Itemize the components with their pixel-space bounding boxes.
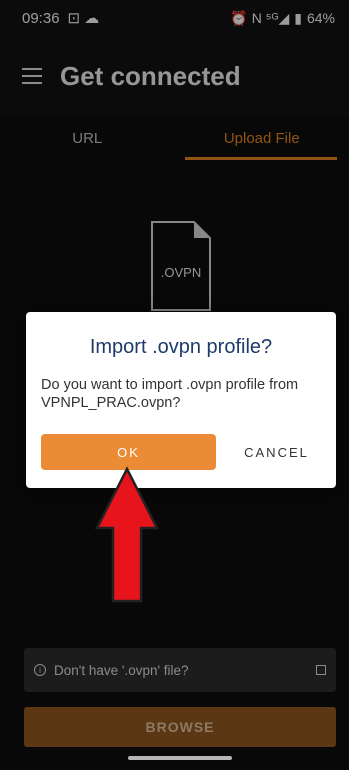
browse-button[interactable]: BROWSE <box>24 707 336 747</box>
cancel-button[interactable]: CANCEL <box>229 434 324 470</box>
no-ovpn-file-help-link[interactable]: i Don't have '.ovpn' file? <box>24 648 336 692</box>
gesture-nav-handle[interactable] <box>128 756 232 760</box>
dialog-title: Import .ovpn profile? <box>89 336 273 358</box>
help-text: Don't have '.ovpn' file? <box>54 662 189 678</box>
external-link-icon <box>316 665 326 675</box>
info-icon: i <box>34 664 46 676</box>
dialog-message: Do you want to import .ovpn profile from… <box>41 377 299 411</box>
ok-button[interactable]: OK <box>41 434 216 470</box>
red-arrow-up-icon <box>95 466 159 603</box>
import-profile-dialog: Import .ovpn profile? Do you want to imp… <box>26 312 336 488</box>
